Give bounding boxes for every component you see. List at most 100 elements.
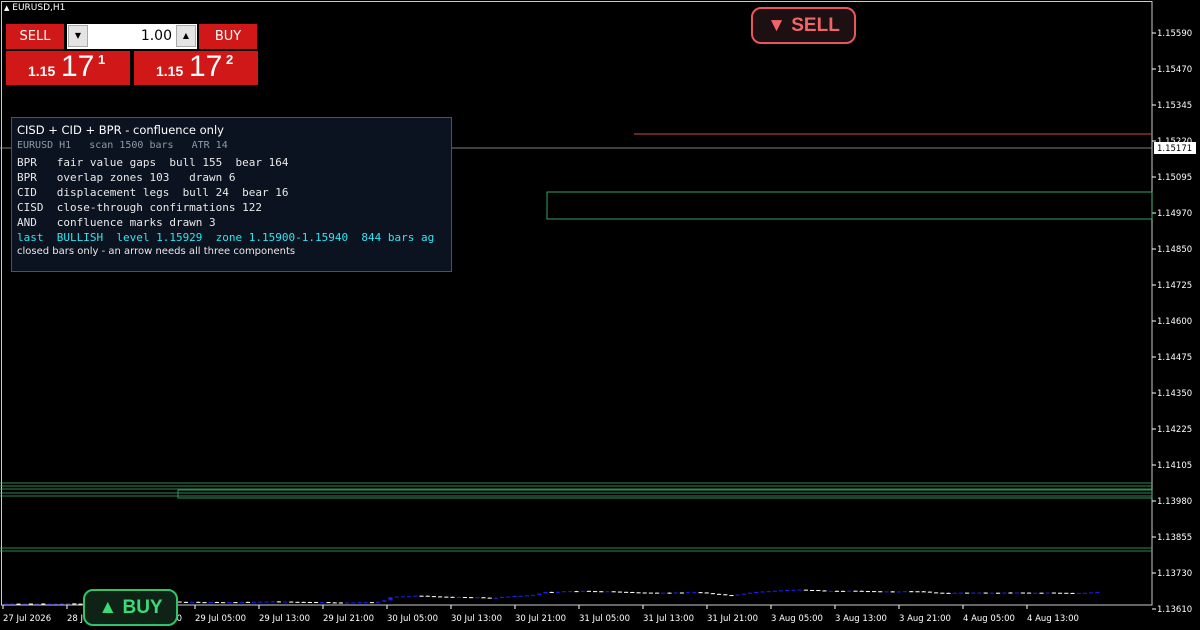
bear-candle-body [221,602,226,604]
price-axis-label: 1.15590 [1157,29,1192,39]
bull-candle-body [518,595,523,597]
bear-candle-body [202,602,207,604]
bear-candle-body [834,590,839,592]
bull-candle-body [512,595,517,597]
bear-candle-body [865,591,870,593]
bull-candle-body [952,592,957,594]
bull-candle-body [270,601,275,603]
bull-candle-body [1095,592,1100,594]
bear-candle-body [890,591,895,593]
bull-candle-body [208,601,213,603]
ask-price-pips: 17 [189,50,223,83]
bear-candle-body [729,595,734,597]
bull-candle-body [4,603,9,605]
bull-candle-body [47,603,52,605]
bid-price-prefix: 1.15 [28,63,56,79]
chart-menu-icon[interactable]: ▲ [4,4,9,12]
bull-candle-body [741,593,746,595]
bull-candle-body [1045,592,1050,594]
bear-candle-body [1020,592,1025,594]
bear-candle-body [878,591,883,593]
info-line-bpr-fvg: BPR fair value gaps bull 155 bear 164 [17,156,289,169]
price-axis-label: 1.13855 [1157,533,1192,543]
time-axis-label: 31 Jul 13:00 [643,614,694,624]
bull-candle-body [258,601,263,603]
bull-candle-body [754,591,759,593]
bear-candle-body [853,590,858,592]
price-axis-label: 1.14225 [1157,425,1192,435]
bull-candle-body [239,601,244,603]
bear-candle-body [16,603,21,605]
bear-candle-body [183,601,188,603]
bear-candle-body [78,603,83,605]
bid-price-tile[interactable]: 1.15 17 1 [6,50,130,85]
bear-candle-body [307,601,312,603]
price-axis-label: 1.14850 [1157,245,1192,255]
bear-candle-body [438,596,443,598]
bull-candle-body [692,592,697,594]
bull-candle-body [735,594,740,596]
bull-candle-body [190,601,195,603]
bear-candle-body [301,601,306,603]
price-axis-label: 1.14350 [1157,389,1192,399]
bear-candle-body [710,593,715,595]
time-axis-label: 31 Jul 21:00 [707,614,758,624]
time-axis-label: 29 Jul 13:00 [259,614,310,624]
bear-candle-body [636,592,641,594]
time-axis-label: 31 Jul 05:00 [579,614,630,624]
indicator-info-panel: CISD + CID + BPR - confluence only EURUS… [11,117,452,272]
bear-candle-body [717,593,722,595]
bull-candle-body [1082,592,1087,594]
current-price-label: 1.15171 [1157,144,1192,154]
bull-candle-body [562,591,567,593]
bear-candle-body [859,590,864,592]
price-chart[interactable]: 1.155901.154701.153451.152201.150951.149… [0,0,1200,630]
bear-candle-body [996,592,1001,594]
bull-candle-body [1002,592,1007,594]
bull-candle-body [766,591,771,593]
bear-candle-body [810,589,815,591]
bull-candle-body [407,596,412,598]
bear-candle-body [1027,592,1032,594]
lot-size-control: ▼ ▲ [67,24,197,49]
bull-candle-body [605,591,610,593]
ask-price-prefix: 1.15 [156,63,184,79]
bid-price-fraction: 1 [98,52,106,67]
bull-candle-body [537,593,542,595]
bear-candle-body [574,591,579,593]
bull-candle-body [382,600,387,602]
bear-candle-body [425,595,430,597]
bear-candle-body [549,591,554,593]
bull-candle-body [673,592,678,594]
bid-price-pips: 17 [61,50,95,83]
buy-button[interactable]: BUY [199,24,257,49]
sell-button[interactable]: SELL [6,24,64,49]
bear-candle-body [1064,592,1069,594]
info-line-last-signal: last BULLISH level 1.15929 zone 1.15900-… [17,231,435,244]
bear-candle-body [1070,592,1075,594]
bear-candle-body [332,602,337,604]
price-axis-label: 1.14475 [1157,353,1192,363]
bull-candle-body [903,591,908,593]
price-axis-label: 1.14970 [1157,209,1192,219]
ask-price-tile[interactable]: 1.15 17 2 [134,50,258,85]
bear-candle-body [679,592,684,594]
bear-candle-body [462,597,467,599]
bear-candle-body [481,597,486,599]
bear-candle-body [72,603,77,605]
bull-candle-body [977,592,982,594]
triangle-down-icon[interactable]: ▼ [68,25,88,47]
bull-candle-body [376,601,381,603]
bear-candle-body [822,590,827,592]
bear-candle-body [921,591,926,593]
bull-candle-body [772,590,777,592]
bull-candle-body [531,594,536,596]
time-axis-label: 30 Jul 13:00 [451,614,502,624]
bull-candle-body [506,596,511,598]
sell-signal-badge: ▼ SELL [751,7,856,44]
lot-size-input[interactable] [90,26,172,46]
chart-symbol-title: ▲ EURUSD,H1 [4,3,65,13]
triangle-up-icon[interactable]: ▲ [176,25,196,47]
bull-candle-body [351,602,356,604]
bull-candle-body [357,602,362,604]
